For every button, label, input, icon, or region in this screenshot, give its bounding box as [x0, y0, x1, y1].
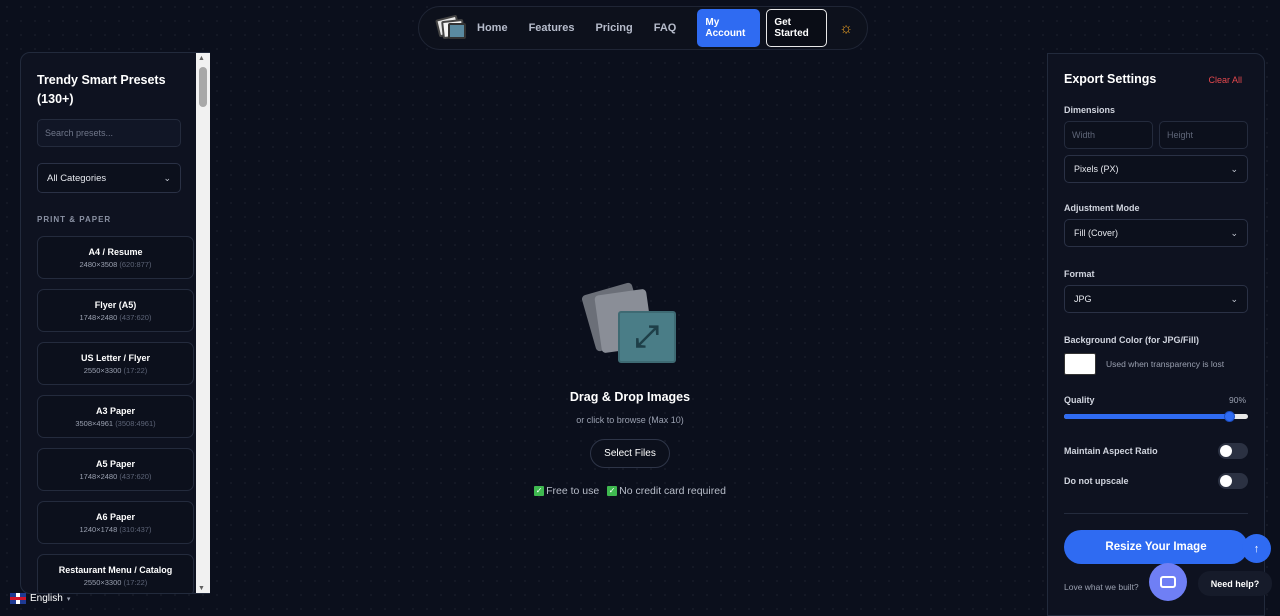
my-account-button[interactable]: My Account — [697, 9, 761, 47]
images-upload-icon: ⤢ — [580, 281, 680, 363]
app-logo-icon[interactable] — [433, 13, 466, 43]
caret-down-icon: ▾ — [66, 595, 71, 603]
quality-slider-fill — [1064, 414, 1230, 419]
get-started-button[interactable]: Get Started — [766, 9, 828, 47]
category-select[interactable]: All Categories ⌄ — [37, 163, 181, 193]
select-files-button[interactable]: Select Files — [590, 439, 670, 468]
need-help-label[interactable]: Need help? — [1198, 571, 1272, 596]
preset-card[interactable]: A3 Paper 3508×4961 (3508:4961) — [37, 395, 194, 438]
chevron-down-icon: ⌄ — [1230, 227, 1238, 238]
adjustment-mode-label: Adjustment Mode — [1064, 203, 1140, 213]
chat-bubble-icon — [1160, 576, 1176, 588]
chevron-down-icon: ⌄ — [1230, 163, 1238, 174]
divider — [1064, 513, 1248, 514]
chat-button[interactable] — [1149, 563, 1187, 601]
preset-name: A6 Paper — [95, 512, 136, 522]
top-navbar: Home Features Pricing FAQ My Account Get… — [418, 6, 868, 50]
preset-name: A3 Paper — [95, 406, 136, 416]
free-to-use-text: Free to use — [546, 485, 600, 497]
preset-card[interactable]: A5 Paper 1748×2480 (437:620) — [37, 448, 194, 491]
theme-toggle-sun-icon[interactable]: ☼ — [839, 20, 853, 37]
preset-card[interactable]: A6 Paper 1240×1748 (310:437) — [37, 501, 194, 544]
dropzone-title: Drag & Drop Images — [569, 390, 691, 404]
preset-size: 3508×4961 (3508:4961) — [75, 419, 156, 428]
clear-all-button[interactable]: Clear All — [1208, 75, 1242, 85]
adjustment-mode-select[interactable]: Fill (Cover) ⌄ — [1064, 219, 1248, 247]
presets-sidebar: Trendy Smart Presets (130+) Search prese… — [20, 52, 210, 594]
presets-scrollbar[interactable]: ▲ ▼ — [196, 53, 210, 593]
preset-size: 1748×2480 (437:620) — [79, 472, 152, 481]
scroll-up-arrow-icon[interactable]: ▲ — [198, 55, 205, 62]
image-dropzone[interactable]: ⤢ Drag & Drop Images or click to browse … — [440, 281, 820, 497]
preset-search-input[interactable]: Search presets... — [37, 119, 181, 147]
height-input[interactable]: Height — [1159, 121, 1248, 149]
feature-checks: ✓ Free to use ✓ No credit card required — [440, 485, 820, 497]
unit-select[interactable]: Pixels (PX) ⌄ — [1064, 155, 1248, 183]
preset-card[interactable]: Flyer (A5) 1748×2480 (437:620) — [37, 289, 194, 332]
resize-image-button[interactable]: Resize Your Image — [1064, 530, 1248, 564]
preset-size: 1748×2480 (437:620) — [79, 313, 152, 322]
quality-label: Quality — [1064, 395, 1095, 405]
back-to-top-button[interactable]: ↑ — [1242, 534, 1271, 563]
nav-faq-link[interactable]: FAQ — [654, 22, 677, 34]
preset-size: 2480×3508 (620:877) — [79, 260, 152, 269]
preset-card[interactable]: A4 / Resume 2480×3508 (620:877) — [37, 236, 194, 279]
width-input[interactable]: Width — [1064, 121, 1153, 149]
preset-name: US Letter / Flyer — [80, 353, 151, 363]
background-color-hint: Used when transparency is lost — [1106, 359, 1225, 369]
no-card-text: No credit card required — [619, 485, 726, 497]
chevron-down-icon: ⌄ — [163, 172, 171, 183]
export-settings-title: Export Settings — [1064, 72, 1157, 86]
scroll-down-arrow-icon[interactable]: ▼ — [198, 585, 205, 592]
scrollbar-thumb[interactable] — [199, 67, 207, 107]
background-color-label: Background Color (for JPG/Fill) — [1064, 335, 1200, 345]
no-upscale-toggle[interactable] — [1218, 473, 1248, 489]
export-settings-panel: Export Settings Clear All Dimensions Wid… — [1047, 53, 1265, 616]
preset-card[interactable]: US Letter / Flyer 2550×3300 (17:22) — [37, 342, 194, 385]
preset-name: Flyer (A5) — [94, 300, 137, 310]
preset-name: Restaurant Menu / Catalog — [58, 565, 173, 575]
format-label: Format — [1064, 269, 1095, 279]
preset-size: 1240×1748 (310:437) — [79, 525, 152, 534]
format-select[interactable]: JPG ⌄ — [1064, 285, 1248, 313]
uk-flag-icon — [10, 593, 26, 604]
aspect-ratio-label: Maintain Aspect Ratio — [1064, 446, 1158, 456]
preset-name: A4 / Resume — [88, 247, 143, 257]
checkbox-checked-icon: ✓ — [607, 486, 618, 497]
presets-title: Trendy Smart Presets (130+) — [37, 73, 166, 106]
nav-features-link[interactable]: Features — [529, 22, 575, 34]
quality-value: 90% — [1228, 395, 1246, 405]
preset-name: A5 Paper — [95, 459, 136, 469]
preset-card[interactable]: Restaurant Menu / Catalog 2550×3300 (17:2… — [37, 554, 194, 593]
background-color-swatch[interactable] — [1064, 353, 1096, 375]
checkbox-checked-icon: ✓ — [534, 486, 545, 497]
preset-size: 2550×3300 (17:22) — [83, 366, 148, 375]
dropzone-subtitle: or click to browse (Max 10) — [576, 415, 684, 425]
chevron-down-icon: ⌄ — [1230, 293, 1238, 304]
nav-pricing-link[interactable]: Pricing — [595, 22, 632, 34]
preset-size: 2550×3300 (17:22) — [83, 578, 148, 587]
quality-slider[interactable] — [1064, 411, 1248, 422]
language-label: English — [30, 593, 63, 604]
nav-home-link[interactable]: Home — [477, 22, 508, 34]
language-selector[interactable]: English ▾ — [10, 593, 70, 604]
no-upscale-label: Do not upscale — [1064, 476, 1129, 486]
dimensions-label: Dimensions — [1064, 105, 1116, 115]
quality-slider-knob[interactable] — [1223, 411, 1235, 422]
aspect-ratio-toggle[interactable] — [1218, 443, 1248, 459]
section-title-print-paper: PRINT & PAPER — [37, 215, 112, 224]
